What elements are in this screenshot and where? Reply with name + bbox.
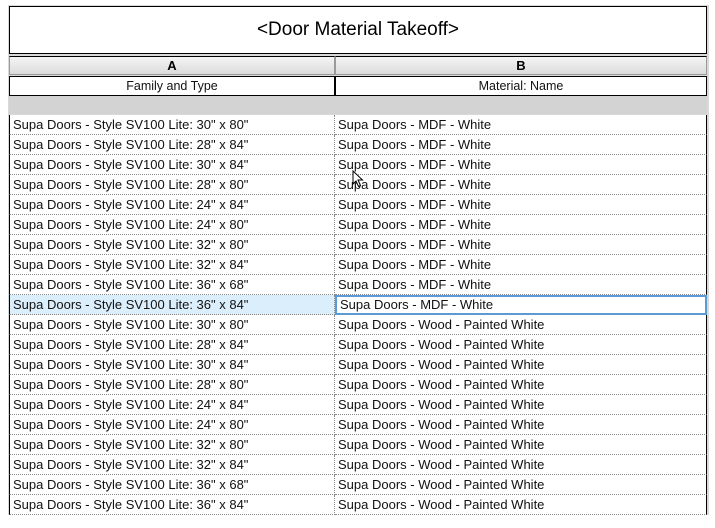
schedule-table: <Door Material Takeoff> A B Family and T… [8,5,709,515]
table-row[interactable]: Supa Doors - Style SV100 Lite: 24" x 84"… [9,395,707,415]
cell-material-name[interactable]: Supa Doors - Wood - Painted White [335,335,707,355]
cell-family-and-type[interactable]: Supa Doors - Style SV100 Lite: 28" x 84" [9,135,335,155]
cell-family-and-type[interactable]: Supa Doors - Style SV100 Lite: 32" x 80" [9,235,335,255]
column-header-family-and-type[interactable]: Family and Type [9,76,335,96]
cell-family-and-type[interactable]: Supa Doors - Style SV100 Lite: 36" x 84" [9,295,335,315]
cell-material-name[interactable]: Supa Doors - MDF - White [335,175,707,195]
table-row[interactable]: Supa Doors - Style SV100 Lite: 24" x 80"… [9,215,707,235]
cell-material-name[interactable]: Supa Doors - Wood - Painted White [335,395,707,415]
cell-family-and-type[interactable]: Supa Doors - Style SV100 Lite: 28" x 80" [9,375,335,395]
table-row[interactable]: Supa Doors - Style SV100 Lite: 28" x 84"… [9,335,707,355]
table-row[interactable]: Supa Doors - Style SV100 Lite: 28" x 84"… [9,135,707,155]
cell-family-and-type[interactable]: Supa Doors - Style SV100 Lite: 36" x 84" [9,495,335,515]
table-row[interactable]: Supa Doors - Style SV100 Lite: 30" x 80"… [9,315,707,335]
cell-family-and-type[interactable]: Supa Doors - Style SV100 Lite: 28" x 80" [9,175,335,195]
cell-material-name[interactable]: Supa Doors - MDF - White [335,215,707,235]
table-row[interactable]: Supa Doors - Style SV100 Lite: 32" x 84"… [9,455,707,475]
table-row[interactable]: Supa Doors - Style SV100 Lite: 32" x 80"… [9,235,707,255]
cell-family-and-type[interactable]: Supa Doors - Style SV100 Lite: 30" x 80" [9,315,335,335]
column-header-material-name[interactable]: Material: Name [335,76,707,96]
cell-family-and-type[interactable]: Supa Doors - Style SV100 Lite: 32" x 84" [9,455,335,475]
cell-material-name[interactable]: Supa Doors - MDF - White [335,135,707,155]
cell-family-and-type[interactable]: Supa Doors - Style SV100 Lite: 30" x 84" [9,355,335,375]
table-row[interactable]: Supa Doors - Style SV100 Lite: 32" x 84"… [9,255,707,275]
cell-family-and-type[interactable]: Supa Doors - Style SV100 Lite: 24" x 80" [9,215,335,235]
cell-material-name[interactable]: Supa Doors - MDF - White [335,275,707,295]
cell-family-and-type[interactable]: Supa Doors - Style SV100 Lite: 32" x 84" [9,255,335,275]
table-row[interactable]: Supa Doors - Style SV100 Lite: 36" x 84"… [9,495,707,515]
schedule-view: <Door Material Takeoff> A B Family and T… [0,0,715,528]
cell-material-name[interactable]: Supa Doors - Wood - Painted White [335,315,707,335]
cell-material-name[interactable]: Supa Doors - MDF - White [335,155,707,175]
cell-material-name[interactable]: Supa Doors - MDF - White [335,295,707,315]
cell-family-and-type[interactable]: Supa Doors - Style SV100 Lite: 28" x 84" [9,335,335,355]
cell-family-and-type[interactable]: Supa Doors - Style SV100 Lite: 24" x 84" [9,195,335,215]
table-row[interactable]: Supa Doors - Style SV100 Lite: 36" x 68"… [9,475,707,495]
cell-material-name[interactable]: Supa Doors - Wood - Painted White [335,455,707,475]
table-row[interactable]: Supa Doors - Style SV100 Lite: 36" x 84"… [9,295,707,315]
cell-material-name[interactable]: Supa Doors - MDF - White [335,115,707,135]
table-row[interactable]: Supa Doors - Style SV100 Lite: 24" x 84"… [9,195,707,215]
cell-family-and-type[interactable]: Supa Doors - Style SV100 Lite: 30" x 80" [9,115,335,135]
table-row[interactable]: Supa Doors - Style SV100 Lite: 30" x 80"… [9,115,707,135]
cell-family-and-type[interactable]: Supa Doors - Style SV100 Lite: 30" x 84" [9,155,335,175]
cell-family-and-type[interactable]: Supa Doors - Style SV100 Lite: 32" x 80" [9,435,335,455]
table-row[interactable]: Supa Doors - Style SV100 Lite: 30" x 84"… [9,355,707,375]
cell-material-name[interactable]: Supa Doors - MDF - White [335,195,707,215]
cell-family-and-type[interactable]: Supa Doors - Style SV100 Lite: 36" x 68" [9,275,335,295]
cell-material-name[interactable]: Supa Doors - Wood - Painted White [335,355,707,375]
table-row[interactable]: Supa Doors - Style SV100 Lite: 36" x 68"… [9,275,707,295]
table-row[interactable]: Supa Doors - Style SV100 Lite: 24" x 80"… [9,415,707,435]
cell-family-and-type[interactable]: Supa Doors - Style SV100 Lite: 24" x 80" [9,415,335,435]
cell-material-name[interactable]: Supa Doors - Wood - Painted White [335,435,707,455]
cell-material-name[interactable]: Supa Doors - Wood - Painted White [335,415,707,435]
schedule-title[interactable]: <Door Material Takeoff> [9,6,707,54]
cell-family-and-type[interactable]: Supa Doors - Style SV100 Lite: 24" x 84" [9,395,335,415]
column-letter-a[interactable]: A [9,56,335,75]
column-letter-b[interactable]: B [335,56,707,75]
cell-material-name[interactable]: Supa Doors - Wood - Painted White [335,475,707,495]
group-spacer-row [9,96,707,114]
cell-material-name[interactable]: Supa Doors - MDF - White [335,255,707,275]
table-row[interactable]: Supa Doors - Style SV100 Lite: 28" x 80"… [9,375,707,395]
cell-family-and-type[interactable]: Supa Doors - Style SV100 Lite: 36" x 68" [9,475,335,495]
mouse-pointer-icon [352,170,364,188]
cell-material-name[interactable]: Supa Doors - Wood - Painted White [335,495,707,515]
table-row[interactable]: Supa Doors - Style SV100 Lite: 32" x 80"… [9,435,707,455]
cell-material-name[interactable]: Supa Doors - Wood - Painted White [335,375,707,395]
cell-material-name[interactable]: Supa Doors - MDF - White [335,235,707,255]
